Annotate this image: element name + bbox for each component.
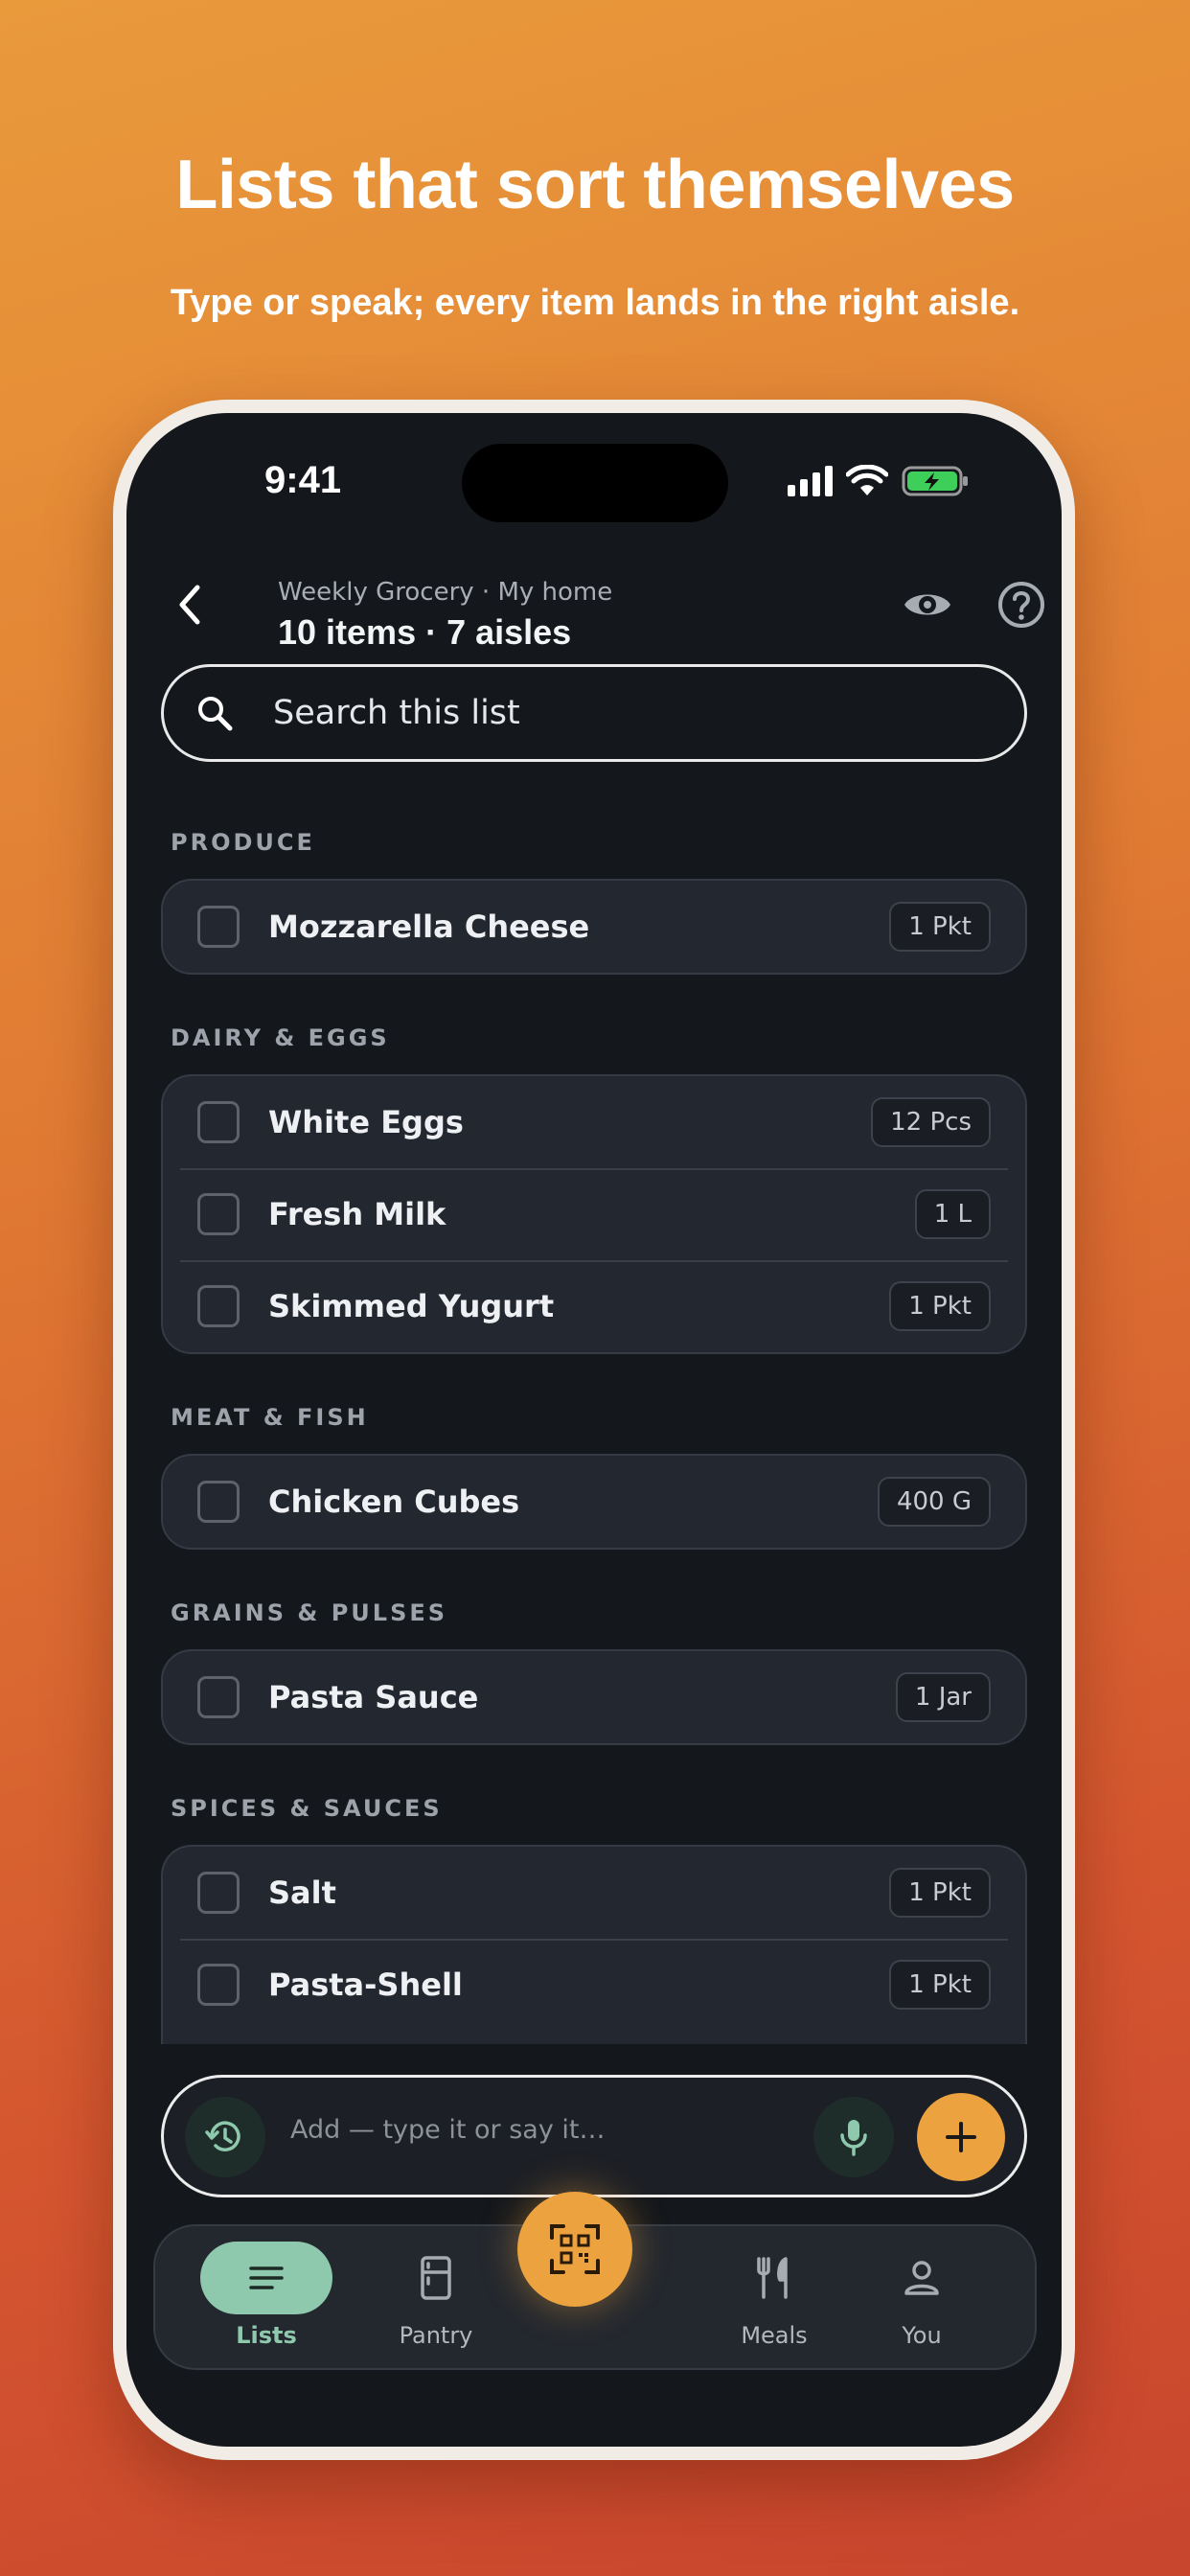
item-name: Salt: [268, 1874, 336, 1911]
fork-knife-icon: [757, 2257, 788, 2299]
section-label-spices-sauces: SPICES & SAUCES: [171, 1795, 443, 1822]
item-quantity-badge[interactable]: 1 Pkt: [889, 902, 991, 952]
nav-tab-lists[interactable]: Lists: [190, 2226, 343, 2368]
plus-icon: [946, 2122, 976, 2152]
scan-button[interactable]: [517, 2192, 632, 2307]
item-checkbox[interactable]: [197, 1285, 240, 1327]
list-item[interactable]: Pasta Sauce 1 Jar: [163, 1651, 1025, 1743]
nav-tab-pantry[interactable]: Pantry: [359, 2226, 513, 2368]
item-name: Chicken Cubes: [268, 1484, 520, 1520]
person-icon: [904, 2261, 939, 2295]
item-name: Fresh Milk: [268, 1196, 446, 1232]
promo-headline: Lists that sort themselves: [175, 147, 1015, 223]
list-item[interactable]: Fresh Milk 1 L: [163, 1168, 1025, 1260]
grocery-list: PRODUCE Mozzarella Cheese 1 Pkt DAIRY & …: [161, 413, 1027, 2044]
item-name: Skimmed Yugurt: [268, 1288, 555, 1324]
item-checkbox[interactable]: [197, 906, 240, 948]
add-item-input[interactable]: [288, 2114, 771, 2146]
list-item[interactable]: Chicken Cubes 400 G: [163, 1456, 1025, 1548]
list-item[interactable]: Salt 1 Pkt: [163, 1847, 1025, 1939]
item-checkbox[interactable]: [197, 1101, 240, 1143]
item-checkbox[interactable]: [197, 1964, 240, 2006]
item-name: Pasta Sauce: [268, 1679, 479, 1715]
item-quantity-badge[interactable]: 1 Pkt: [889, 1868, 991, 1918]
fridge-icon: [421, 2256, 451, 2300]
item-quantity-badge[interactable]: 1 Pkt: [889, 1281, 991, 1331]
section-card-spices-sauces: Salt 1 Pkt Pasta-Shell 1 Pkt: [161, 1845, 1027, 2044]
item-quantity-badge[interactable]: 400 G: [877, 1477, 991, 1527]
history-button[interactable]: [185, 2097, 265, 2177]
list-item[interactable]: Skimmed Yugurt 1 Pkt: [163, 1260, 1025, 1352]
section-card-grains-pulses: Pasta Sauce 1 Jar: [161, 1649, 1027, 1745]
nav-tab-you[interactable]: You: [845, 2226, 998, 2368]
promo-subhead: Type or speak; every item lands in the r…: [170, 283, 1020, 323]
nav-label: You: [902, 2322, 942, 2349]
item-checkbox[interactable]: [197, 1676, 240, 1718]
phone-frame: 9:41 Weekly Grocery · My home 10 items ·…: [113, 400, 1075, 2460]
item-name: Mozzarella Cheese: [268, 908, 590, 945]
app-screen: 9:41 Weekly Grocery · My home 10 items ·…: [126, 413, 1062, 2447]
voice-input-button[interactable]: [813, 2097, 894, 2177]
item-quantity-badge[interactable]: 1 Jar: [895, 1672, 991, 1722]
nav-label: Pantry: [399, 2322, 473, 2349]
nav-label: Lists: [236, 2322, 297, 2349]
list-icon: [249, 2266, 284, 2289]
item-name: Pasta-Shell: [268, 1966, 463, 2003]
add-item-button[interactable]: [917, 2093, 1005, 2181]
section-card-produce: Mozzarella Cheese 1 Pkt: [161, 879, 1027, 975]
add-item-bar: [161, 2075, 1027, 2197]
section-card-dairy-eggs: White Eggs 12 Pcs Fresh Milk 1 L Skimmed…: [161, 1074, 1027, 1354]
list-item[interactable]: Mozzarella Cheese 1 Pkt: [163, 881, 1025, 973]
section-label-grains-pulses: GRAINS & PULSES: [171, 1599, 448, 1626]
item-checkbox[interactable]: [197, 1481, 240, 1523]
section-card-meat-fish: Chicken Cubes 400 G: [161, 1454, 1027, 1550]
item-quantity-badge[interactable]: 1 L: [914, 1189, 991, 1239]
list-item[interactable]: White Eggs 12 Pcs: [163, 1076, 1025, 1168]
section-label-meat-fish: MEAT & FISH: [171, 1404, 369, 1431]
nav-tab-meals[interactable]: Meals: [698, 2226, 851, 2368]
item-checkbox[interactable]: [197, 1193, 240, 1235]
item-checkbox[interactable]: [197, 1872, 240, 1914]
section-label-dairy-eggs: DAIRY & EGGS: [171, 1024, 390, 1051]
item-name: White Eggs: [268, 1104, 464, 1140]
item-quantity-badge[interactable]: 1 Pkt: [889, 1960, 991, 2010]
nav-label: Meals: [741, 2322, 808, 2349]
section-label-produce: PRODUCE: [171, 829, 315, 856]
history-icon: [205, 2121, 240, 2151]
qr-scan-icon: [550, 2224, 600, 2274]
list-item[interactable]: Pasta-Shell 1 Pkt: [163, 1939, 1025, 2031]
microphone-icon: [840, 2120, 867, 2156]
item-quantity-badge[interactable]: 12 Pcs: [871, 1097, 991, 1147]
